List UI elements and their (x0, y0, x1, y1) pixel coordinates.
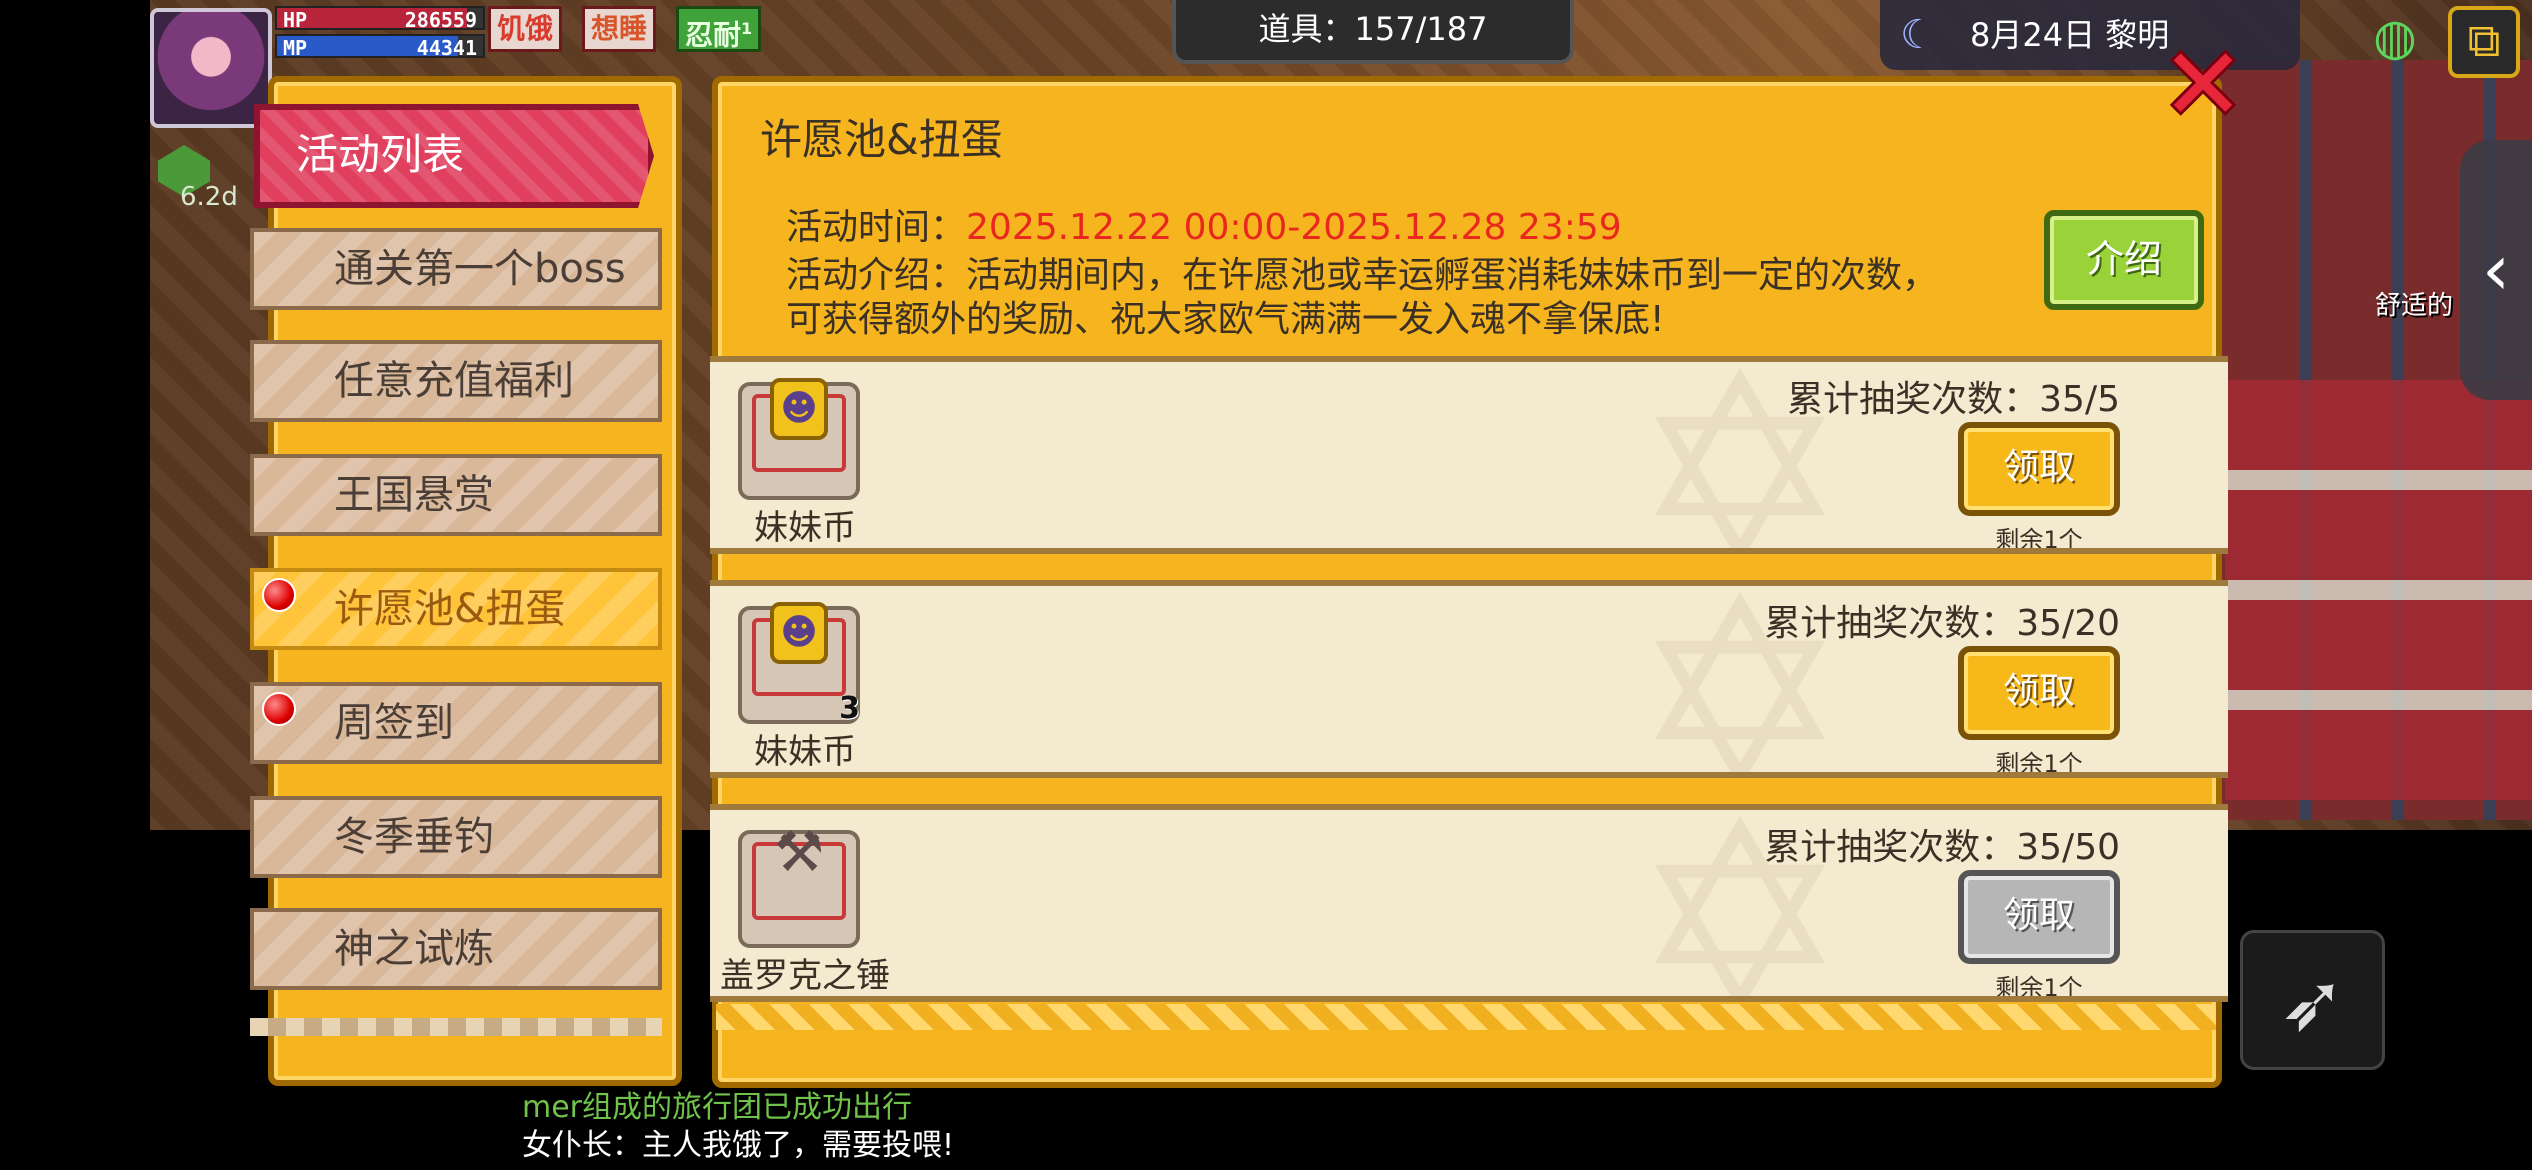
game-world-furniture (2225, 380, 2532, 800)
inventory-count[interactable]: 道具：157/187 (1172, 0, 1574, 64)
tab-label: 冬季垂钓 (334, 814, 494, 860)
status-hungry[interactable]: 饥饿 (488, 6, 563, 52)
reward-item-name: 盖罗克之锤 (720, 956, 890, 996)
side-drawer-handle[interactable]: ‹ (2460, 140, 2532, 400)
notification-dot (262, 692, 296, 726)
tab-label: 神之试炼 (334, 926, 494, 972)
player-avatar[interactable] (150, 8, 272, 128)
reward-row: ✡ ☻ 妹妹币 累计抽奖次数：35/5 领取 剩余1个 (710, 356, 2228, 554)
tab-label: 任意充值福利 (334, 358, 574, 404)
world-location-label: 舒适的 (2375, 291, 2454, 321)
exp-timer: 6.2d (180, 182, 238, 212)
coin-icon: ☻ (770, 378, 828, 440)
claim-button[interactable]: 领取 (1958, 646, 2120, 740)
letterbox-left (0, 0, 150, 1170)
list-scroll-edge (250, 1018, 662, 1036)
coin-icon: ☻ (770, 602, 828, 664)
event-time-label: 活动时间： (786, 207, 967, 248)
reward-row: ✡ ⚒ 盖罗克之锤 累计抽奖次数：35/50 领取 剩余1个 (710, 804, 2228, 1002)
tab-winter-fishing[interactable]: 冬季垂钓 (250, 796, 662, 878)
tab-label: 通关第一个boss (334, 246, 626, 292)
event-desc-line2: 可获得额外的奖励、祝大家欧气满满一发入魂不拿保底! (786, 299, 1665, 340)
letterbox-bottom (0, 1090, 2532, 1170)
panel-bottom-trim (716, 1004, 2216, 1030)
tab-label: 许愿池&扭蛋 (334, 586, 566, 632)
bow-skill-button[interactable]: ➶ (2240, 930, 2385, 1070)
map-icon: ⧉ (2467, 13, 2501, 67)
reward-row: ✡ ☻ 3 妹妹币 累计抽奖次数：35/20 领取 剩余1个 (710, 580, 2228, 778)
tab-label: 周签到 (334, 700, 454, 746)
reward-item-slot[interactable]: ☻ 3 (738, 602, 860, 726)
remaining-count: 剩余1个 (1995, 526, 2083, 554)
intro-button[interactable]: 介绍 (2044, 210, 2204, 310)
tab-weekly-signin[interactable]: 周签到 (250, 682, 662, 764)
status-endure-badge: 1 (741, 19, 753, 38)
map-button[interactable]: ⧉ (2448, 6, 2520, 78)
hp-label: HP (283, 8, 308, 32)
event-title: 许愿池&扭蛋 (760, 115, 1003, 164)
tab-wishing-well[interactable]: 许愿池&扭蛋 (250, 568, 662, 650)
tab-label: 王国悬赏 (334, 472, 494, 518)
tab-kingdom-bounty[interactable]: 王国悬赏 (250, 454, 662, 536)
activity-list-title: 活动列表 (254, 104, 654, 208)
chat-line-maid: 女仆长：主人我饿了，需要投喂! (522, 1128, 955, 1163)
close-icon[interactable]: ✕ (2160, 35, 2246, 135)
hp-value: 286559 (404, 8, 477, 32)
reward-item-name: 妹妹币 (754, 508, 856, 548)
claim-button-disabled[interactable]: 领取 (1958, 870, 2120, 964)
mp-value: 44341 (416, 36, 477, 60)
status-sleepy[interactable]: 想睡 (582, 6, 657, 52)
reward-item-slot[interactable]: ⚒ (738, 825, 860, 948)
draw-count: 累计抽奖次数：35/5 (1787, 379, 2120, 420)
claim-button[interactable]: 领取 (1958, 422, 2120, 516)
moon-icon: ☾ (1900, 12, 1936, 58)
event-time: 活动时间：2025.12.22 00:00-2025.12.28 23:59 (786, 198, 1622, 250)
chevron-left-icon: ‹ (2482, 229, 2510, 311)
tab-first-boss[interactable]: 通关第一个boss (250, 228, 662, 310)
mp-bar: MP 44341 (275, 34, 485, 60)
item-quantity: 3 (839, 691, 860, 726)
mp-label: MP (283, 36, 308, 60)
draw-count: 累计抽奖次数：35/20 (1764, 603, 2120, 644)
tab-god-trial[interactable]: 神之试炼 (250, 908, 662, 990)
notification-dot (262, 578, 296, 612)
stat-bars: HP 286559 MP 44341 (275, 6, 485, 62)
remaining-count: 剩余1个 (1995, 974, 2083, 1002)
bow-icon: ➶ (2278, 956, 2347, 1049)
reward-item-name: 妹妹币 (754, 732, 856, 772)
status-endure-label: 忍耐 (685, 18, 742, 52)
hammer-icon: ⚒ (773, 820, 825, 885)
reward-item-slot[interactable]: ☻ (738, 378, 860, 500)
hp-bar: HP 286559 (275, 6, 485, 32)
event-time-value: 2025.12.22 00:00-2025.12.28 23:59 (966, 207, 1622, 248)
draw-count: 累计抽奖次数：35/50 (1764, 827, 2120, 868)
remaining-count: 剩余1个 (1995, 750, 2083, 778)
globe-icon[interactable]: ◍ (2364, 6, 2426, 68)
date-text: 8月24日 黎明 (1970, 16, 2170, 54)
status-endure[interactable]: 忍耐1 (676, 6, 762, 52)
tab-recharge-bonus[interactable]: 任意充值福利 (250, 340, 662, 422)
